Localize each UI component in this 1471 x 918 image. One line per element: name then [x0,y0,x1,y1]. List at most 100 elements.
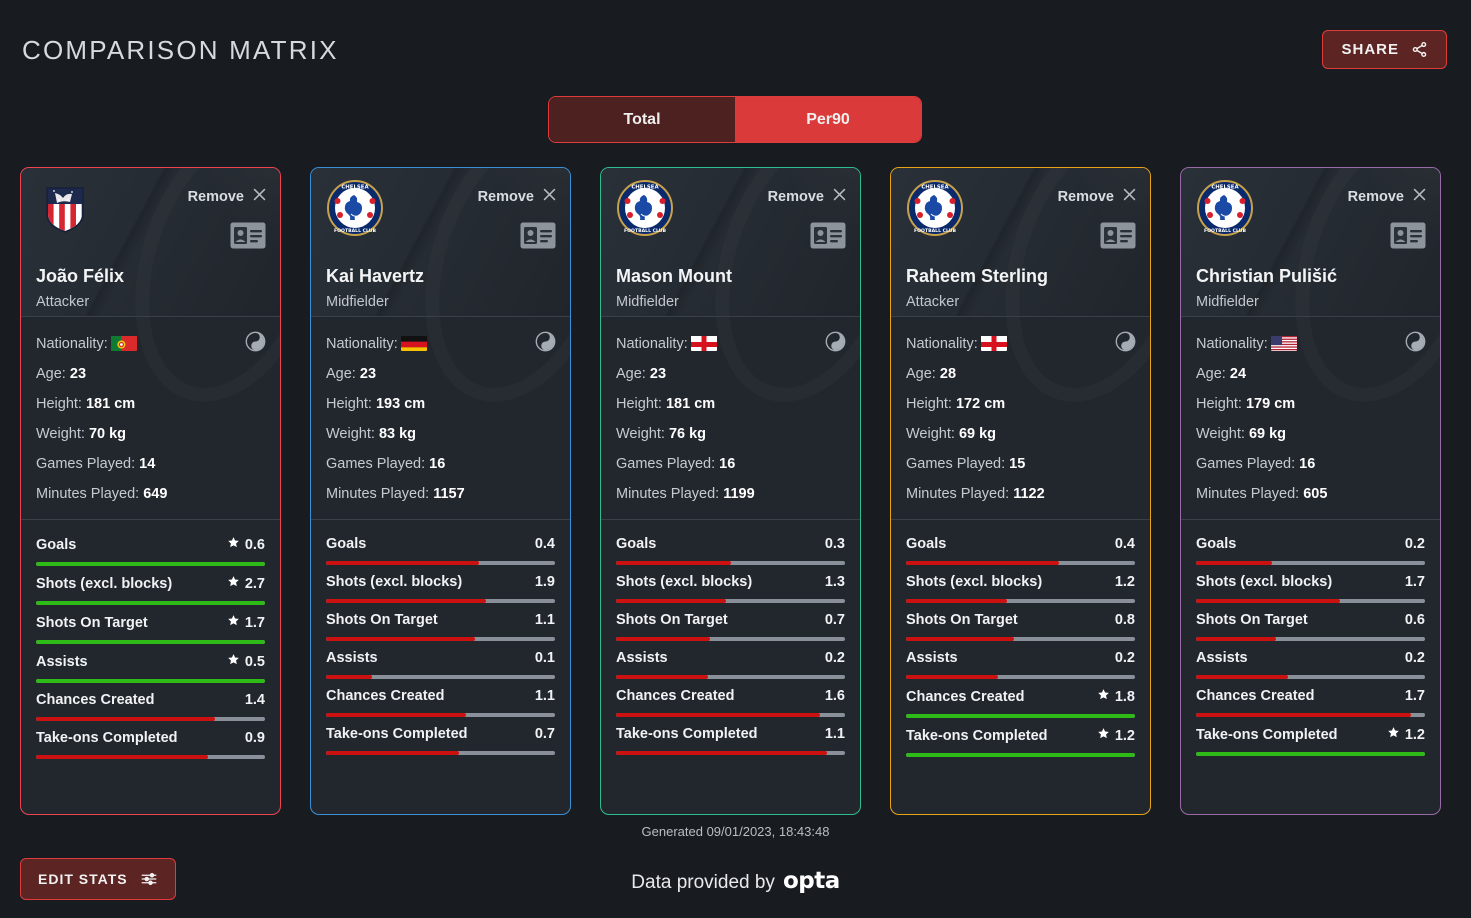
toggle-option-per90[interactable]: Per90 [735,97,921,142]
stat-value: 0.6 [1405,612,1425,628]
bio-nationality: Nationality: [36,329,265,359]
player-id-card-icon[interactable] [810,222,846,254]
share-button[interactable]: SHARE [1322,30,1447,69]
stat-label: Assists [1196,650,1248,666]
bio-weight-value: 69 kg [1248,426,1287,442]
close-icon[interactable] [1411,186,1428,208]
stat-row: Assists 0.2 [1196,641,1425,679]
stat-row: Assists 0.2 [906,641,1135,679]
player-id-card-icon[interactable] [1100,222,1136,254]
stat-label: Shots On Target [616,612,728,628]
bio-age: Age: 23 [326,359,555,389]
stat-row: Shots (excl. blocks) 1.7 [1196,565,1425,603]
stat-row: Take-ons Completed 0.9 [36,721,265,759]
stat-head: Goals 0.4 [326,536,555,552]
england-flag [690,334,717,351]
stat-head: Shots (excl. blocks) 2.7 [36,575,265,592]
data-provider-credit: Data provided by opta [0,868,1471,894]
generated-timestamp: Generated 09/01/2023, 18:43:48 [641,824,830,839]
mode-toggle[interactable]: Total Per90 [548,96,922,143]
stat-head: Shots (excl. blocks) 1.9 [326,574,555,590]
bio-minutes-played-value: 605 [1303,486,1328,502]
bio-nationality: Nationality: [616,329,845,359]
chelsea-crest: CHELSEA FOOTBALL CLUB [327,180,383,236]
bio-minutes-played-value: 1199 [723,486,755,502]
stat-value: 0.1 [535,650,555,666]
close-icon[interactable] [831,186,848,208]
stat-row: Assists 0.1 [326,641,555,679]
bio-minutes-played-label: Minutes Played: [36,486,140,502]
bio-minutes-played: Minutes Played: 605 [1196,479,1425,509]
player-id-card-icon[interactable] [230,222,266,254]
bio-age-value: 24 [1229,366,1247,382]
bio-games-played-value: 16 [719,456,736,472]
best-star-icon [227,653,240,670]
bio-minutes-played-label: Minutes Played: [906,486,1010,502]
data-provider-text: Data provided by [631,872,775,893]
stat-row: Shots On Target 0.7 [616,603,845,641]
stat-value: 1.2 [1387,726,1425,743]
stat-value-text: 1.7 [1404,574,1425,590]
stat-label: Goals [616,536,657,552]
bio-games-played-value: 16 [429,456,446,472]
stat-row: Chances Created 1.6 [616,679,845,717]
stat-label: Take-ons Completed [1196,726,1338,743]
stat-value: 0.2 [1115,650,1135,666]
toggle-option-total[interactable]: Total [549,97,735,142]
remove-player-button[interactable]: Remove [188,186,268,208]
player-id-card-icon[interactable] [1390,222,1426,254]
stat-head: Assists 0.1 [326,650,555,666]
bio-age: Age: 28 [906,359,1135,389]
bio-minutes-played: Minutes Played: 1199 [616,479,845,509]
player-position: Midfielder [616,294,679,310]
player-position: Attacker [906,294,960,310]
stat-head: Assists 0.5 [36,653,265,670]
remove-player-button[interactable]: Remove [768,186,848,208]
stat-label: Shots On Target [1196,612,1308,628]
player-name: Mason Mount [616,266,732,286]
stat-label: Goals [1196,536,1237,552]
svg-text:CHELSEA: CHELSEA [631,185,659,191]
remove-player-button[interactable]: Remove [478,186,558,208]
svg-text:FOOTBALL CLUB: FOOTBALL CLUB [914,228,956,234]
player-id-card-icon[interactable] [520,222,556,254]
england-flag [980,334,1007,351]
stat-row: Shots On Target 1.7 [36,605,265,644]
stat-value-text: 1.1 [824,726,845,742]
bio-games-played-label: Games Played: [36,456,136,472]
stat-row: Shots (excl. blocks) 1.3 [616,565,845,603]
stat-value-text: 1.2 [1404,726,1425,743]
player-stats: Goals 0.2 Shots (excl. blocks) 1.7 Shots On … [1181,519,1440,814]
stat-value: 1.2 [1097,727,1135,744]
stat-row: Goals 0.6 [36,527,265,566]
bio-age: Age: 23 [616,359,845,389]
stat-row: Chances Created 1.4 [36,683,265,721]
chelsea-crest: CHELSEA FOOTBALL CLUB [1197,180,1253,236]
svg-text:FOOTBALL CLUB: FOOTBALL CLUB [624,228,666,234]
close-icon[interactable] [541,186,558,208]
stat-value: 0.9 [245,730,265,746]
stat-row: Shots (excl. blocks) 1.2 [906,565,1135,603]
stat-bar-track [1196,752,1425,756]
bio-height-label: Height: [906,396,952,412]
remove-player-button[interactable]: Remove [1058,186,1138,208]
bio-weight-label: Weight: [1196,426,1245,442]
stat-value-text: 1.9 [534,574,555,590]
player-cards-container: Remove João Félix Attacker Nationality: Age:… [20,167,1441,815]
best-star-icon [1387,726,1400,743]
bio-minutes-played-label: Minutes Played: [326,486,430,502]
stat-head: Goals 0.4 [906,536,1135,552]
player-card: Remove João Félix Attacker Nationality: Age:… [20,167,281,815]
stat-value: 0.4 [1115,536,1135,552]
bio-age-label: Age: [36,366,66,382]
player-position: Midfielder [326,294,389,310]
remove-player-button[interactable]: Remove [1348,186,1428,208]
bio-games-played-label: Games Played: [906,456,1006,472]
stat-value: 1.7 [227,614,265,631]
preferred-foot-icon [825,331,846,357]
stat-bar-fill [616,751,827,755]
close-icon[interactable] [251,186,268,208]
svg-text:FOOTBALL CLUB: FOOTBALL CLUB [334,228,376,234]
close-icon[interactable] [1121,186,1138,208]
stat-value: 1.3 [825,574,845,590]
